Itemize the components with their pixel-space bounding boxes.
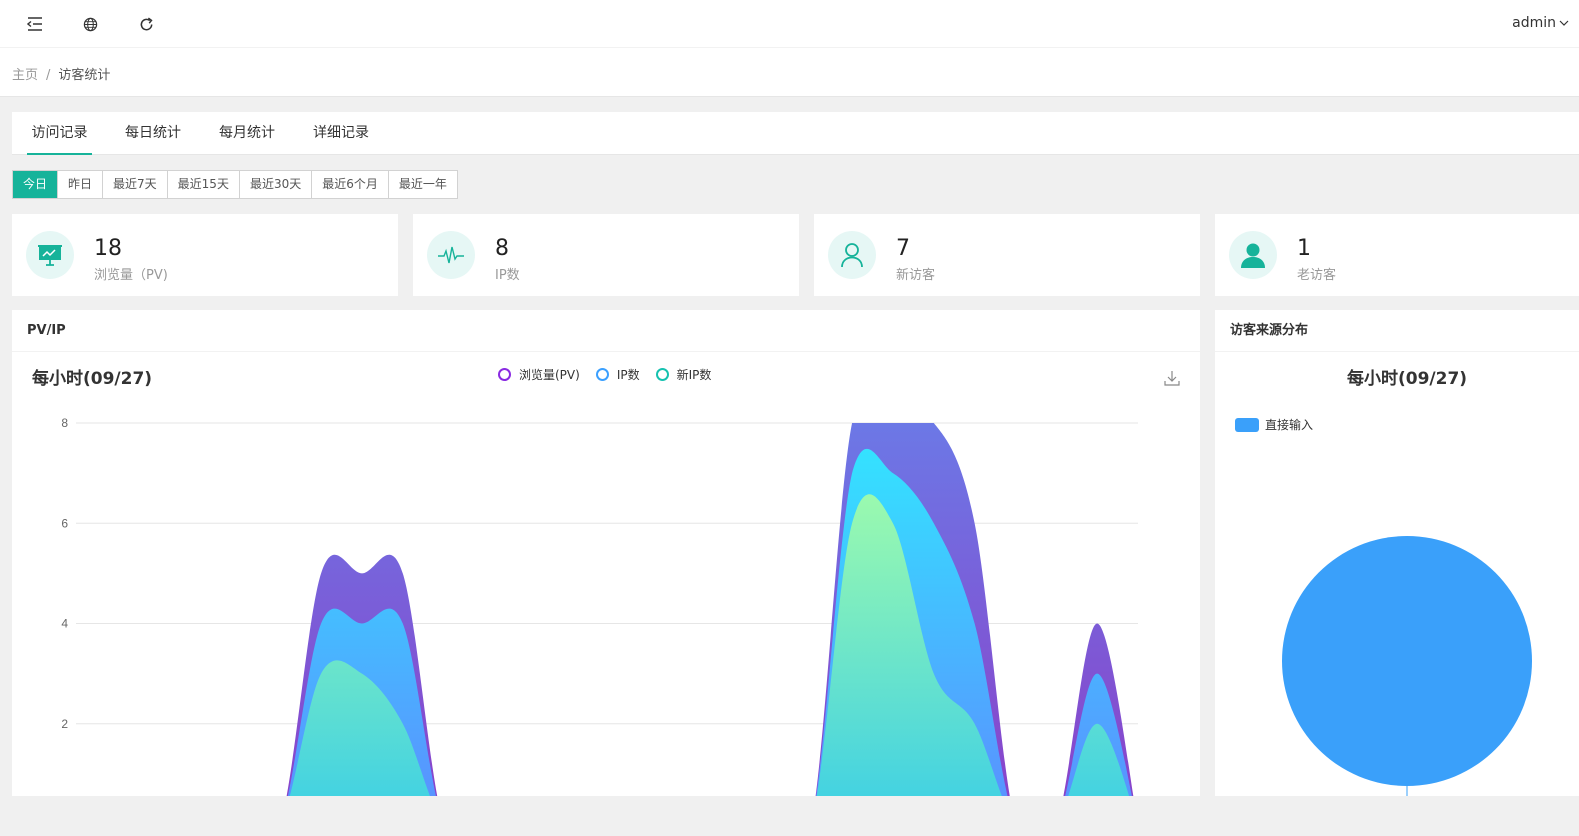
tab-visit-records[interactable]: 访问记录 xyxy=(27,112,92,155)
tab-monthly-stats[interactable]: 每月统计 xyxy=(214,112,280,155)
range-7days-button[interactable]: 最近7天 xyxy=(103,171,168,198)
stat-label: 浏览量（PV) xyxy=(94,268,168,283)
pie-chart xyxy=(1282,536,1532,796)
user-menu[interactable]: admin xyxy=(1512,15,1569,31)
range-15days-button[interactable]: 最近15天 xyxy=(168,171,240,198)
stat-card-ip: 8 IP数 xyxy=(413,214,799,296)
range-6months-button[interactable]: 最近6个月 xyxy=(312,171,389,198)
area-chart: 2 4 6 8 xyxy=(61,416,1138,796)
stat-value: 7 xyxy=(896,236,910,261)
pv-ip-panel: PV/IP 每小时(09/27) 浏览量(PV) IP数 新IP数 2468 xyxy=(12,310,1200,796)
stat-label: 老访客 xyxy=(1297,268,1337,283)
range-yesterday-button[interactable]: 昨日 xyxy=(58,171,104,198)
y-tick-label: 8 xyxy=(61,416,68,430)
globe-icon[interactable] xyxy=(78,12,102,36)
breadcrumb-separator: / xyxy=(46,68,51,83)
refresh-icon[interactable] xyxy=(134,12,158,36)
tab-daily-stats[interactable]: 每日统计 xyxy=(120,112,186,155)
user-name: admin xyxy=(1512,15,1556,31)
y-tick-label: 6 xyxy=(61,516,68,530)
top-bar: admin xyxy=(0,0,1579,48)
menu-collapse-icon[interactable] xyxy=(23,12,47,36)
tab-bar: 访问记录 每日统计 每月统计 详细记录 xyxy=(12,112,1579,155)
stat-value: 18 xyxy=(94,236,122,261)
stat-label: IP数 xyxy=(495,268,520,283)
breadcrumb-bar: 主页 / 访客统计 xyxy=(0,48,1579,97)
tab-detail-records[interactable]: 详细记录 xyxy=(308,112,374,155)
stat-card-new-visitors: 7 新访客 xyxy=(814,214,1200,296)
range-30days-button[interactable]: 最近30天 xyxy=(240,171,313,198)
y-tick-label: 4 xyxy=(61,617,68,631)
stat-value: 8 xyxy=(495,236,509,261)
date-range-group: 今日 昨日 最近7天 最近15天 最近30天 最近6个月 最近一年 xyxy=(12,170,458,199)
user-solid-icon xyxy=(1229,231,1277,279)
breadcrumb-home[interactable]: 主页 xyxy=(12,68,38,83)
breadcrumb-current: 访客统计 xyxy=(58,68,111,83)
user-outline-icon xyxy=(828,231,876,279)
presentation-icon xyxy=(26,231,74,279)
pie-slice[interactable] xyxy=(1282,536,1532,786)
visitor-source-panel: 访客来源分布 每小时(09/27) 直接输入 xyxy=(1215,310,1579,796)
breadcrumb: 主页 / 访客统计 xyxy=(12,64,110,83)
range-1year-button[interactable]: 最近一年 xyxy=(389,171,457,198)
pulse-icon xyxy=(427,231,475,279)
stat-card-returning-visitors: 1 老访客 xyxy=(1215,214,1579,296)
stat-card-pv: 18 浏览量（PV) xyxy=(12,214,398,296)
y-tick-label: 2 xyxy=(61,717,68,731)
stat-label: 新访客 xyxy=(896,268,936,283)
chevron-down-icon xyxy=(1559,20,1569,26)
stat-value: 1 xyxy=(1297,236,1311,261)
range-today-button[interactable]: 今日 xyxy=(13,171,59,198)
